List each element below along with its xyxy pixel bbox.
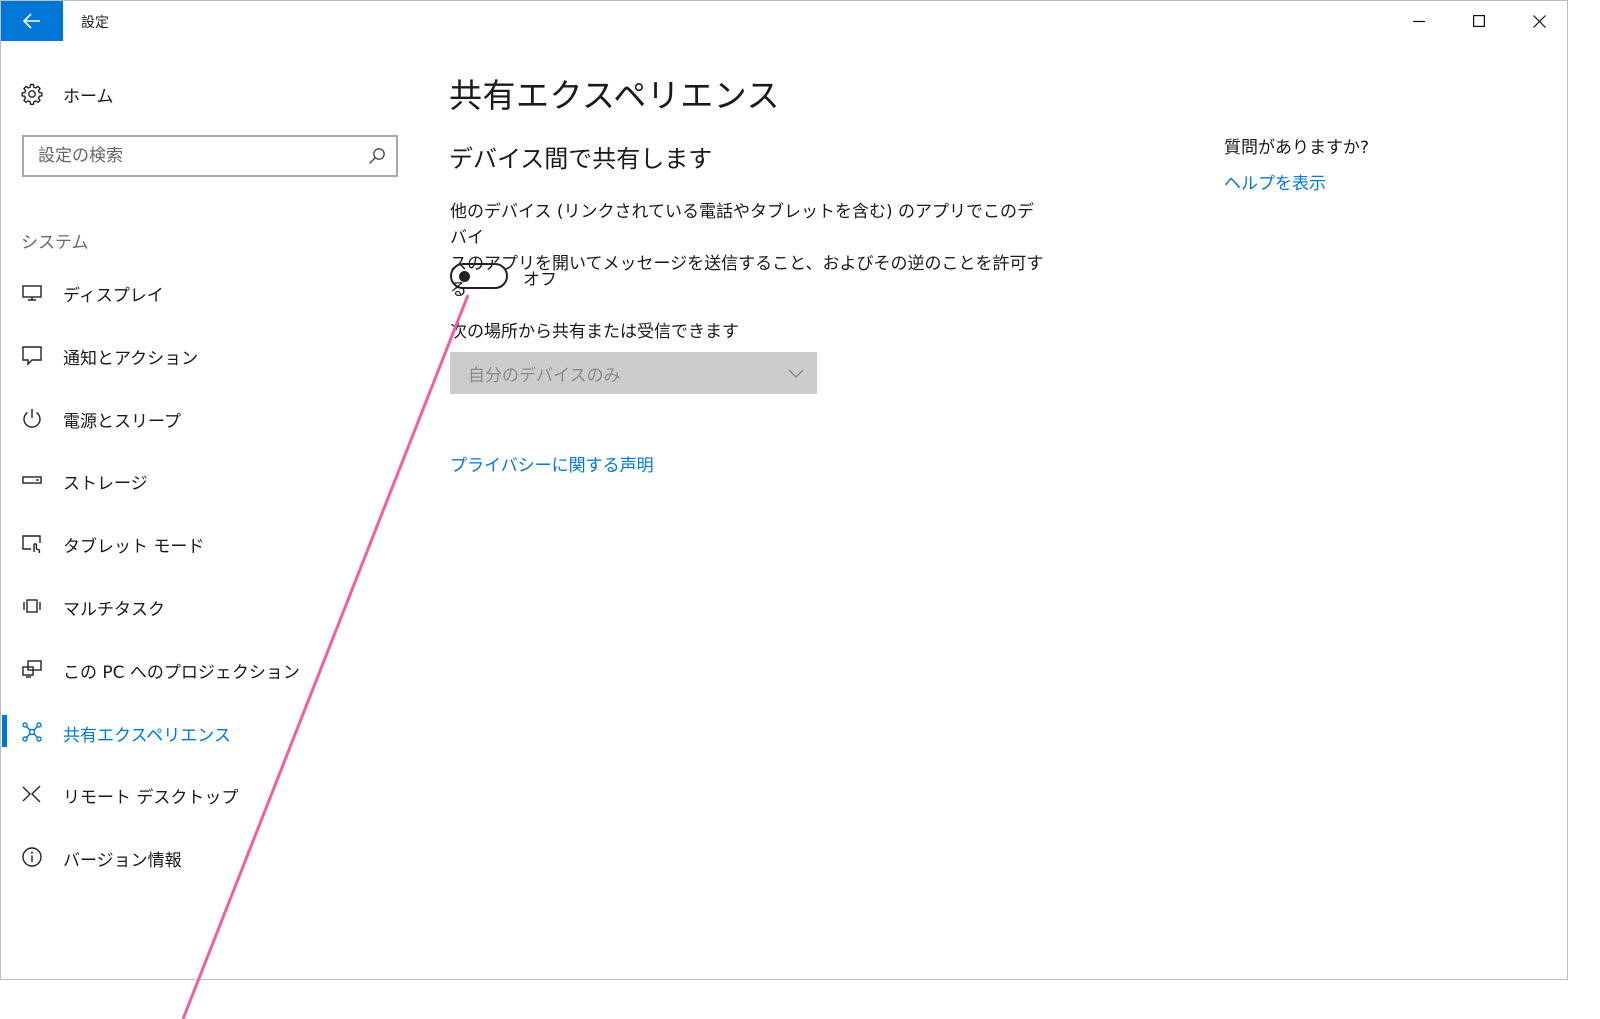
search-icon[interactable]: [368, 147, 386, 165]
toggle-state-label: オフ: [523, 270, 557, 290]
back-arrow-icon: [23, 13, 40, 29]
sidebar-item-label: マルチタスク: [63, 600, 165, 620]
shared-experiences-icon: [22, 722, 42, 742]
power-icon: [23, 409, 41, 428]
sidebar-item-power[interactable]: 電源とスリープ: [1, 398, 401, 438]
toggle-knob: [459, 271, 470, 282]
sidebar-item-label: 共有エクスペリエンス: [63, 726, 231, 746]
help-question: 質問がありますか?: [1224, 138, 1370, 158]
message-icon: [22, 346, 42, 366]
page-title: 共有エクスペリエンス: [449, 76, 781, 115]
share-toggle[interactable]: [450, 263, 508, 289]
projection-icon: [22, 660, 42, 678]
search-box: [22, 135, 398, 177]
sidebar-item-display[interactable]: ディスプレイ: [1, 272, 401, 312]
sidebar-item-label: ストレージ: [63, 474, 148, 494]
close-icon: [1532, 14, 1546, 28]
sidebar-item-label: リモート デスクトップ: [63, 788, 239, 808]
storage-icon: [22, 476, 42, 484]
tablet-mode-icon: [22, 535, 41, 553]
minimize-icon: [1413, 20, 1425, 23]
close-button[interactable]: [1509, 1, 1567, 41]
sidebar-item-label: タブレット モード: [63, 537, 205, 557]
info-icon: [22, 847, 42, 867]
sidebar-item-label: バージョン情報: [63, 851, 182, 871]
home-label: ホーム: [63, 86, 114, 107]
search-input[interactable]: [38, 144, 358, 168]
back-button[interactable]: [1, 1, 63, 41]
settings-window: 設定 ホーム 設定の検索 システム ディスプレイ 通知とアクション 電源とスリー…: [0, 0, 1568, 980]
sidebar-item-label: 電源とスリープ: [63, 412, 181, 432]
monitor-icon: [22, 285, 42, 301]
sidebar-item-label: この PC へのプロジェクション: [63, 663, 300, 683]
sidebar-item-storage[interactable]: ストレージ: [1, 460, 401, 500]
sidebar-item-about[interactable]: バージョン情報: [1, 837, 401, 877]
gear-icon: [21, 83, 43, 105]
section-label-system: システム: [21, 233, 89, 253]
sidebar-item-label: ディスプレイ: [63, 286, 164, 306]
maximize-icon: [1473, 15, 1485, 27]
remote-desktop-icon: [22, 785, 41, 803]
sidebar-item-tablet-mode[interactable]: タブレット モード: [1, 523, 401, 563]
sidebar-item-projection[interactable]: この PC へのプロジェクション: [1, 649, 401, 689]
sidebar-item-multitasking[interactable]: マルチタスク: [1, 586, 401, 626]
multitask-icon: [23, 599, 41, 613]
dropdown-value: 自分のデバイスのみ: [468, 366, 621, 386]
share-from-label: 次の場所から共有または受信できます: [450, 322, 739, 342]
get-help-link[interactable]: ヘルプを表示: [1224, 169, 1326, 194]
share-from-dropdown[interactable]: 自分のデバイスのみ: [450, 352, 817, 394]
sidebar-item-shared-experiences[interactable]: 共有エクスペリエンス: [1, 712, 401, 752]
minimize-button[interactable]: [1389, 1, 1449, 41]
window-title: 設定: [81, 15, 109, 31]
sidebar-item-remote-desktop[interactable]: リモート デスクトップ: [1, 774, 401, 814]
description-line: 他のデバイス (リンクされている電話やタブレットを含む) のアプリでこのデバイ: [450, 202, 1035, 248]
maximize-button[interactable]: [1449, 1, 1509, 41]
title-bar: 設定: [1, 1, 1567, 41]
chevron-down-icon: [788, 369, 804, 378]
sidebar-item-label: 通知とアクション: [63, 349, 199, 369]
home-link[interactable]: ホーム: [21, 81, 114, 107]
section-subtitle: デバイス間で共有します: [449, 145, 713, 173]
sidebar-item-notifications[interactable]: 通知とアクション: [1, 335, 401, 375]
privacy-statement-link[interactable]: プライバシーに関する声明: [450, 451, 654, 476]
